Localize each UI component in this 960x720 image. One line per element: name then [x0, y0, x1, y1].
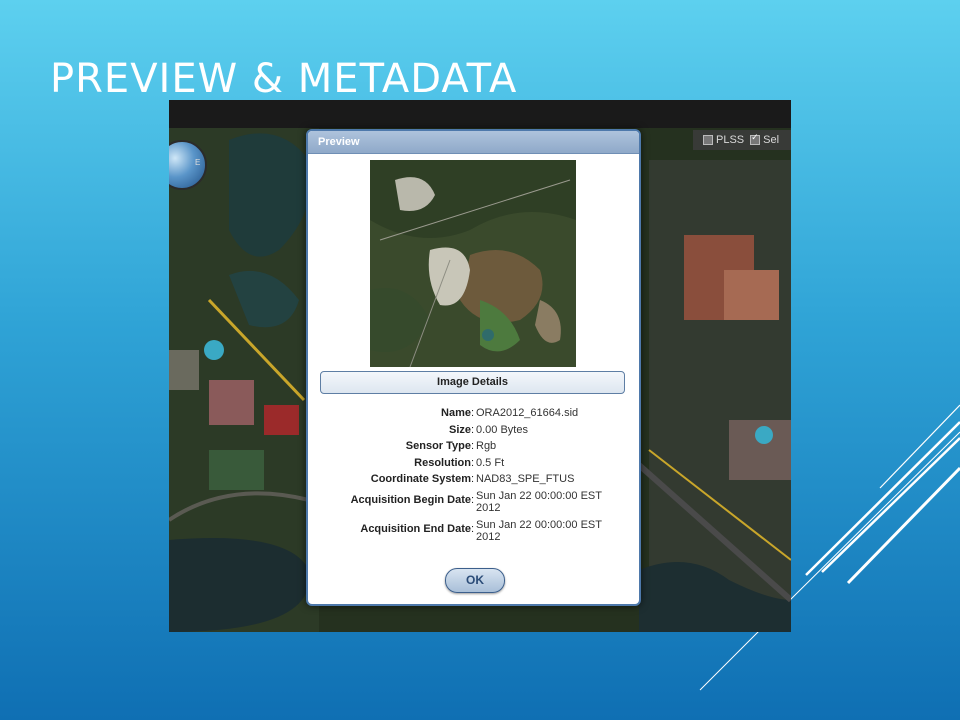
metadata-table: Name: ORA2012_61664.sid Size: 0.00 Bytes…	[308, 407, 639, 548]
dialog-title: Preview	[308, 131, 639, 154]
layer-toggle-plss[interactable]: PLSS	[703, 134, 744, 146]
preview-dialog: Preview Image Details Name: ORA2012_6166…	[306, 129, 641, 606]
metadata-row-name: Name: ORA2012_61664.sid	[441, 407, 579, 419]
metadata-row-coordinate-system: Coordinate System: NAD83_SPE_FTUS	[370, 473, 575, 485]
slide-title: PREVIEW & METADATA	[50, 56, 518, 102]
preview-image	[370, 160, 576, 367]
metadata-row-acquisition-begin: Acquisition Begin Date: Sun Jan 22 00:00…	[350, 489, 602, 514]
checkbox-icon[interactable]	[703, 135, 713, 146]
metadata-row-acquisition-end: Acquisition End Date: Sun Jan 22 00:00:0…	[360, 518, 602, 543]
image-details-header: Image Details	[320, 371, 625, 394]
layer-toggles: PLSS Sel	[693, 130, 791, 150]
metadata-row-sensor-type: Sensor Type: Rgb	[405, 440, 497, 452]
layer-toggle-sel[interactable]: Sel	[750, 132, 779, 146]
map-screenshot[interactable]: E PLSS Sel Preview Image Details Name: O…	[169, 100, 791, 632]
checkbox-checked-icon[interactable]	[750, 132, 761, 146]
ok-button[interactable]: OK	[445, 568, 505, 593]
metadata-row-resolution: Resolution: 0.5 Ft	[414, 456, 505, 469]
metadata-row-size: Size: 0.00 Bytes	[448, 423, 528, 436]
map-toolbar	[169, 100, 791, 128]
compass-letter: E	[195, 158, 201, 167]
